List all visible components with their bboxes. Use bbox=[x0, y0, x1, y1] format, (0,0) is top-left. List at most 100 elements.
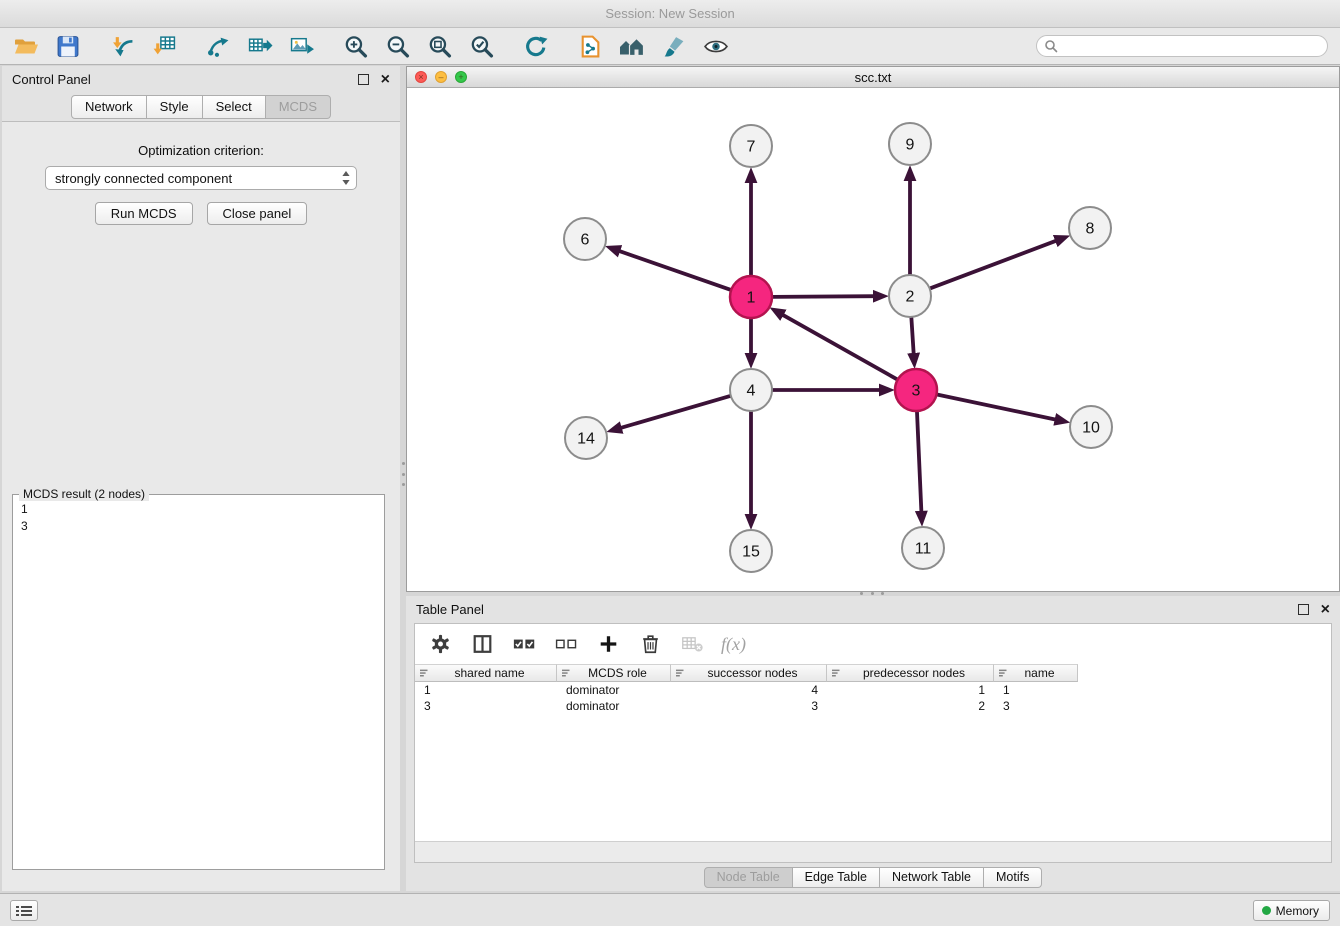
edge-4-14[interactable] bbox=[621, 396, 730, 428]
delete-table-icon bbox=[681, 633, 704, 655]
first-neighbors-button[interactable] bbox=[618, 32, 646, 60]
open-session-button[interactable] bbox=[12, 32, 40, 60]
tab-network-table[interactable]: Network Table bbox=[880, 867, 984, 888]
maximize-window-icon[interactable]: + bbox=[455, 71, 467, 83]
criterion-dropdown[interactable]: strongly connected component bbox=[45, 166, 357, 190]
memory-label: Memory bbox=[1276, 904, 1319, 918]
zoom-in-button[interactable] bbox=[342, 32, 370, 60]
node-label-14: 14 bbox=[577, 431, 595, 448]
gear-icon bbox=[429, 633, 452, 655]
column-header-mcds-role[interactable]: MCDS role bbox=[557, 664, 671, 682]
task-history-button[interactable] bbox=[10, 900, 38, 921]
export-network-button[interactable] bbox=[204, 32, 232, 60]
network-overview-button[interactable] bbox=[576, 32, 604, 60]
node-label-7: 7 bbox=[747, 139, 756, 156]
first-neighbors-houses-icon bbox=[619, 34, 645, 59]
table-cell[interactable]: 3 bbox=[415, 698, 557, 714]
column-header-name[interactable]: name bbox=[994, 664, 1078, 682]
table-cell[interactable]: 2 bbox=[827, 698, 994, 714]
table-row[interactable]: 1dominator411 bbox=[415, 682, 1331, 698]
minimize-window-icon[interactable]: – bbox=[435, 71, 447, 83]
float-panel-icon[interactable] bbox=[358, 74, 369, 85]
table-cell[interactable]: 1 bbox=[827, 682, 994, 698]
import-network-icon bbox=[109, 34, 135, 59]
column-header-successor-nodes[interactable]: successor nodes bbox=[671, 664, 827, 682]
mcds-result-box: MCDS result (2 nodes) 13 bbox=[12, 494, 385, 870]
edge-3-1[interactable] bbox=[782, 315, 896, 380]
table-cell[interactable]: dominator bbox=[557, 682, 671, 698]
show-hide-button[interactable] bbox=[702, 32, 730, 60]
network-graph[interactable]: 1234678910111415 bbox=[407, 88, 1339, 591]
close-panel-button[interactable]: Close panel bbox=[207, 202, 308, 225]
create-column-button[interactable] bbox=[595, 632, 621, 656]
table-panel-title: Table Panel bbox=[416, 602, 484, 617]
node-label-6: 6 bbox=[581, 232, 590, 249]
table-settings-button[interactable] bbox=[427, 632, 453, 656]
tab-node-table[interactable]: Node Table bbox=[704, 867, 793, 888]
checked-boxes-icon bbox=[513, 633, 536, 655]
mcds-result-line: 1 bbox=[21, 501, 376, 518]
table-cell[interactable]: 4 bbox=[671, 682, 827, 698]
unchecked-boxes-icon bbox=[555, 633, 578, 655]
edge-1-6[interactable] bbox=[619, 251, 730, 290]
edge-2-8[interactable] bbox=[931, 241, 1057, 289]
show-columns-button[interactable] bbox=[469, 632, 495, 656]
network-window-titlebar[interactable]: × – + scc.txt bbox=[407, 67, 1339, 88]
apply-layout-button[interactable] bbox=[522, 32, 550, 60]
close-table-panel-icon[interactable]: × bbox=[1321, 604, 1330, 615]
tab-style[interactable]: Style bbox=[147, 95, 203, 119]
search-field-wrap bbox=[1036, 35, 1328, 57]
search-input[interactable] bbox=[1036, 35, 1328, 57]
style-brush-icon bbox=[661, 34, 687, 59]
delete-columns-button[interactable] bbox=[637, 632, 663, 656]
zoom-out-button[interactable] bbox=[384, 32, 412, 60]
tab-network[interactable]: Network bbox=[71, 95, 147, 119]
float-table-panel-icon[interactable] bbox=[1298, 604, 1309, 615]
close-window-icon[interactable]: × bbox=[415, 71, 427, 83]
table-tabs: Node TableEdge TableNetwork TableMotifs bbox=[406, 867, 1340, 888]
zoom-selected-button[interactable] bbox=[468, 32, 496, 60]
tab-motifs[interactable]: Motifs bbox=[984, 867, 1042, 888]
tab-mcds[interactable]: MCDS bbox=[266, 95, 331, 119]
apply-style-button[interactable] bbox=[660, 32, 688, 60]
tab-select[interactable]: Select bbox=[203, 95, 266, 119]
list-icon bbox=[16, 905, 32, 917]
column-header-shared-name[interactable]: shared name bbox=[415, 664, 557, 682]
table-scrollbar-track[interactable] bbox=[415, 841, 1331, 862]
edge-2-3[interactable] bbox=[911, 318, 913, 354]
network-canvas[interactable]: 1234678910111415 bbox=[407, 88, 1339, 591]
column-header-predecessor-nodes[interactable]: predecessor nodes bbox=[827, 664, 994, 682]
edge-3-11[interactable] bbox=[917, 412, 921, 512]
edge-3-10[interactable] bbox=[938, 395, 1056, 420]
window-title: Session: New Session bbox=[605, 6, 734, 21]
import-table-button[interactable] bbox=[150, 32, 178, 60]
mcds-buttons-row: Run MCDS Close panel bbox=[2, 202, 400, 225]
export-table-button[interactable] bbox=[246, 32, 274, 60]
open-folder-icon bbox=[13, 34, 39, 59]
run-mcds-button[interactable]: Run MCDS bbox=[95, 202, 193, 225]
mcds-result-line: 3 bbox=[21, 518, 376, 535]
edge-1-2[interactable] bbox=[773, 296, 874, 297]
save-session-button[interactable] bbox=[54, 32, 82, 60]
table-cell[interactable]: 3 bbox=[994, 698, 1078, 714]
table-row[interactable]: 3dominator323 bbox=[415, 698, 1331, 714]
table-cell[interactable]: 1 bbox=[415, 682, 557, 698]
export-image-button[interactable] bbox=[288, 32, 316, 60]
control-panel: Control Panel × NetworkStyleSelectMCDS O… bbox=[2, 66, 400, 891]
unselect-all-columns-button[interactable] bbox=[553, 632, 579, 656]
node-label-9: 9 bbox=[906, 137, 915, 154]
criterion-dropdown-value: strongly connected component bbox=[55, 171, 232, 186]
import-network-button[interactable] bbox=[108, 32, 136, 60]
zoom-fit-button[interactable] bbox=[426, 32, 454, 60]
memory-button[interactable]: Memory bbox=[1253, 900, 1330, 921]
tab-edge-table[interactable]: Edge Table bbox=[793, 867, 880, 888]
search-icon bbox=[1044, 39, 1058, 53]
table-cell[interactable]: 3 bbox=[671, 698, 827, 714]
vertical-splitter-handle[interactable] bbox=[401, 462, 405, 486]
close-panel-icon[interactable]: × bbox=[381, 74, 390, 85]
table-cell[interactable]: dominator bbox=[557, 698, 671, 714]
table-cell[interactable]: 1 bbox=[994, 682, 1078, 698]
horizontal-splitter-handle[interactable] bbox=[860, 591, 884, 595]
zoom-selected-icon bbox=[469, 34, 495, 59]
select-all-columns-button[interactable] bbox=[511, 632, 537, 656]
